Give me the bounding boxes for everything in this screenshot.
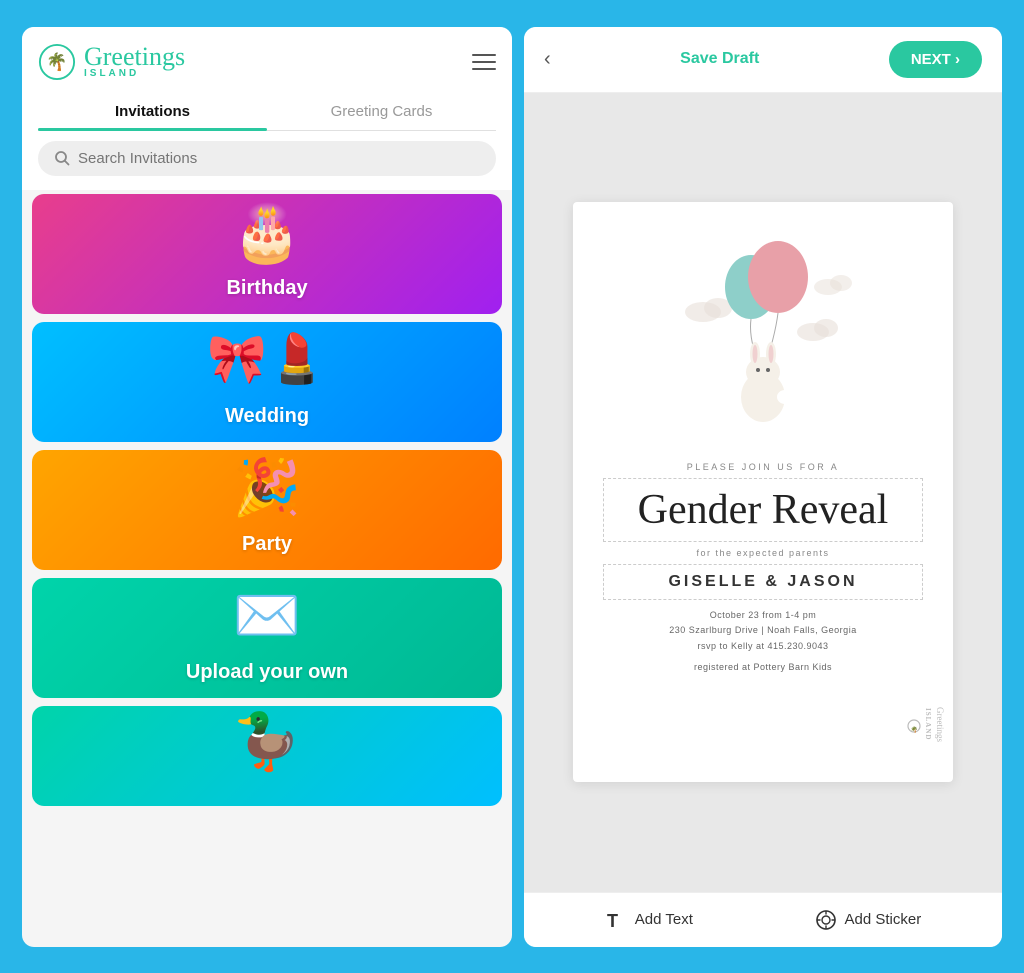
invitation-card: PLEASE JOIN US FOR A Gender Reveal for t… bbox=[573, 202, 953, 782]
category-baby[interactable]: 🦆 bbox=[32, 706, 502, 806]
wedding-icon: 🎀💄 bbox=[207, 336, 327, 384]
svg-text:🌴: 🌴 bbox=[46, 51, 67, 71]
logo-island-text: ISLAND bbox=[84, 68, 139, 79]
birthday-label: Birthday bbox=[226, 277, 307, 300]
baby-icon: 🦆 bbox=[233, 714, 301, 769]
add-sticker-label: Add Sticker bbox=[845, 911, 922, 928]
right-panel: ‹ Save Draft NEXT › bbox=[524, 27, 1002, 947]
search-input[interactable] bbox=[78, 150, 480, 167]
upload-label: Upload your own bbox=[186, 661, 348, 684]
search-icon bbox=[54, 150, 70, 166]
party-label: Party bbox=[242, 533, 292, 556]
logo-greetings-text: Greetings bbox=[84, 44, 185, 70]
text-icon: T bbox=[605, 909, 627, 931]
card-title: Gender Reveal bbox=[638, 487, 889, 533]
sticker-icon bbox=[815, 909, 837, 931]
tabs: Invitations Greeting Cards bbox=[38, 93, 496, 131]
party-icon: 🎉 bbox=[233, 460, 301, 515]
svg-text:🌴: 🌴 bbox=[911, 725, 918, 733]
category-upload[interactable]: ✉️ Upload your own bbox=[32, 578, 502, 698]
logo-area: 🌴 Greetings ISLAND bbox=[38, 43, 185, 81]
card-title-box: Gender Reveal bbox=[603, 478, 923, 542]
category-party[interactable]: 🎉 Party bbox=[32, 450, 502, 570]
category-wedding[interactable]: 🎀💄 Wedding bbox=[32, 322, 502, 442]
card-for-parents: for the expected parents bbox=[696, 548, 829, 558]
card-names-box: GISELLE & JASON bbox=[603, 564, 923, 600]
left-panel: 🌴 Greetings ISLAND Invitations Greeting … bbox=[22, 27, 512, 947]
birthday-icon: 🎂 bbox=[233, 206, 301, 261]
tab-greeting-cards[interactable]: Greeting Cards bbox=[267, 93, 496, 130]
balloon-illustration bbox=[663, 232, 863, 452]
add-sticker-action[interactable]: Add Sticker bbox=[815, 909, 922, 931]
card-please-join: PLEASE JOIN US FOR A bbox=[687, 462, 840, 472]
main-container: 🌴 Greetings ISLAND Invitations Greeting … bbox=[12, 17, 1012, 957]
svg-text:T: T bbox=[607, 911, 618, 931]
logo-text: Greetings ISLAND bbox=[84, 44, 185, 79]
logo-icon: 🌴 bbox=[38, 43, 76, 81]
card-preview-area: PLEASE JOIN US FOR A Gender Reveal for t… bbox=[524, 93, 1002, 892]
right-header: ‹ Save Draft NEXT › bbox=[524, 27, 1002, 93]
search-input-wrap bbox=[38, 141, 496, 176]
wedding-label: Wedding bbox=[225, 405, 309, 428]
search-bar-container bbox=[22, 131, 512, 190]
hamburger-menu[interactable] bbox=[472, 54, 496, 70]
card-registered: registered at Pottery Barn Kids bbox=[694, 660, 832, 675]
right-footer: T Add Text Add Sticker bbox=[524, 892, 1002, 947]
card-details: October 23 from 1-4 pm 230 Szarlburg Dri… bbox=[669, 608, 856, 654]
greetings-watermark: Greetings ISLAND 🌴 bbox=[907, 707, 945, 742]
card-names: GISELLE & JASON bbox=[668, 573, 857, 590]
logo-row: 🌴 Greetings ISLAND bbox=[38, 43, 496, 93]
save-draft-button[interactable]: Save Draft bbox=[680, 50, 759, 68]
next-button[interactable]: NEXT › bbox=[889, 41, 982, 78]
back-button[interactable]: ‹ bbox=[544, 48, 551, 71]
category-birthday[interactable]: 🎂 Birthday bbox=[32, 194, 502, 314]
categories-list: 🎂 Birthday 🎀💄 Wedding 🎉 Party ✉️ Upload … bbox=[22, 190, 512, 947]
add-text-action[interactable]: T Add Text bbox=[605, 909, 693, 931]
upload-icon: ✉️ bbox=[233, 588, 301, 643]
add-text-label: Add Text bbox=[635, 911, 693, 928]
header: 🌴 Greetings ISLAND Invitations Greeting … bbox=[22, 27, 512, 131]
tab-invitations[interactable]: Invitations bbox=[38, 93, 267, 130]
